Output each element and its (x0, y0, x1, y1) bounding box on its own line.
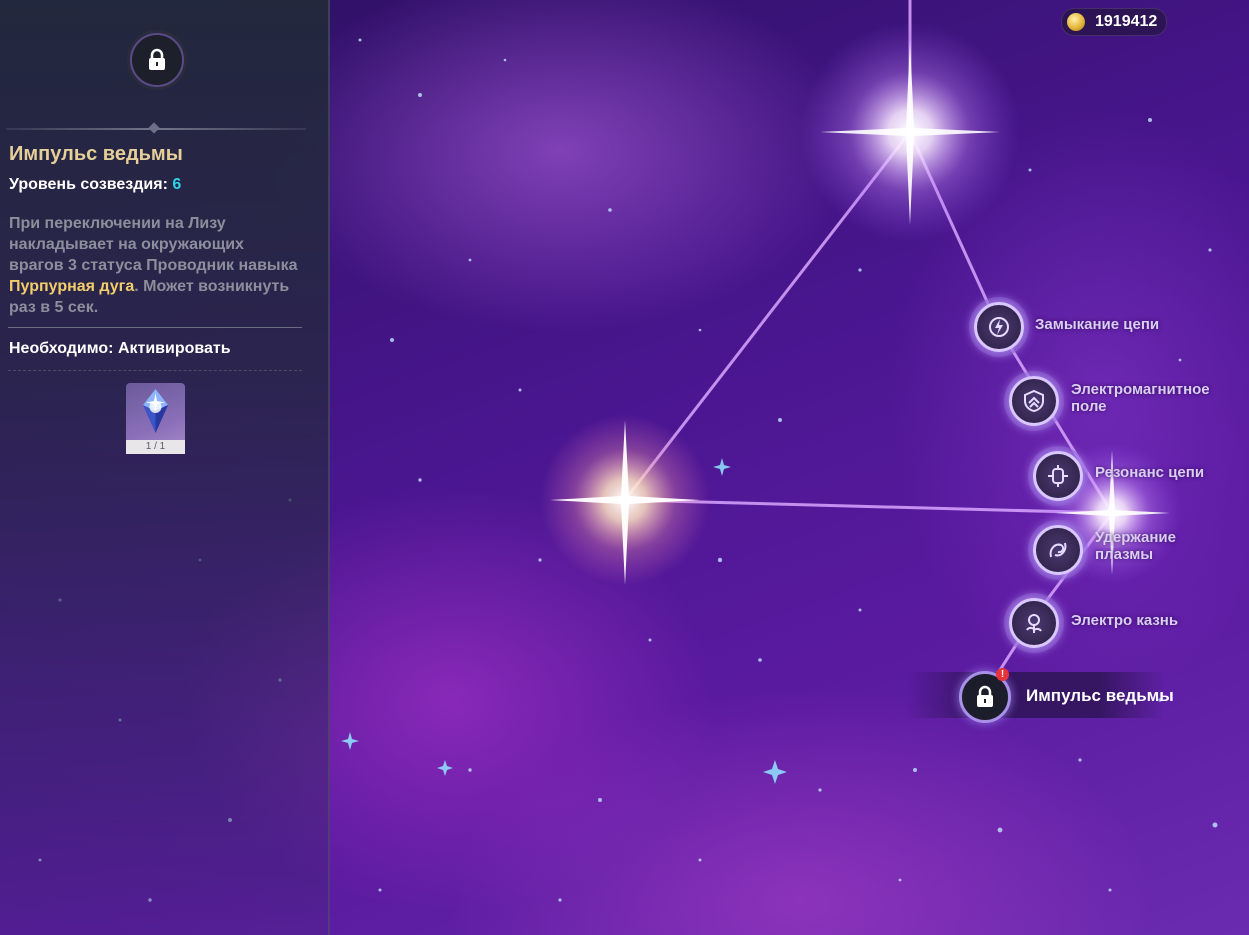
level-label: Уровень созвездия: (9, 176, 168, 193)
lock-icon (977, 685, 993, 707)
plasma-swirl-icon (1049, 542, 1067, 558)
constellation-node-2[interactable] (1009, 376, 1059, 426)
dashed-divider (8, 370, 302, 371)
constellation-level: Уровень созвездия: 6 (9, 176, 181, 194)
section-divider (8, 327, 302, 328)
description-highlight: Пурпурная дуга (9, 278, 135, 295)
alert-badge: ! (996, 668, 1009, 681)
item-count: 1 / 1 (126, 440, 185, 454)
locked-constellation-badge (130, 33, 184, 87)
requirement-text: Необходимо: Активировать (9, 340, 231, 357)
constellation-label-3: Резонанс цепи (1095, 464, 1205, 481)
constellation-node-1[interactable] (974, 302, 1024, 352)
required-item-card[interactable]: 1 / 1 (126, 383, 185, 454)
mora-amount: 1919412 (1095, 13, 1158, 30)
lantern-icon (1048, 465, 1068, 487)
constellation-node-4[interactable] (1033, 525, 1083, 575)
constellation-title: Импульс ведьмы (9, 143, 183, 165)
rose-icon (1026, 614, 1042, 633)
divider-ornament (148, 122, 160, 134)
constellation-material-icon (143, 389, 168, 433)
constellation-label-5: Электро казнь (1071, 612, 1179, 629)
level-value: 6 (172, 176, 182, 193)
constellation-node-3[interactable] (1033, 451, 1083, 501)
constellation-description: При переключении на Лизу накладывает на … (9, 213, 299, 318)
constellation-label-4: Удержание плазмы (1095, 529, 1176, 563)
lock-icon (149, 48, 165, 70)
constellation-info-panel: Импульс ведьмы Уровень созвездия: 6 При … (0, 0, 330, 935)
constellation-label-1: Замыкание цепи (1035, 316, 1160, 333)
shield-chevron-icon (1024, 389, 1044, 413)
description-text-1: При переключении на Лизу накладывает на … (9, 215, 298, 274)
constellation-node-5[interactable] (1009, 598, 1059, 648)
mora-coin-icon (1067, 13, 1085, 31)
constellation-label-2: Электромагнитное поле (1071, 381, 1210, 415)
electro-circuit-icon (989, 317, 1009, 337)
constellation-label-6: Импульс ведьмы (1026, 686, 1174, 705)
mora-counter: 1919412 (1061, 8, 1167, 36)
